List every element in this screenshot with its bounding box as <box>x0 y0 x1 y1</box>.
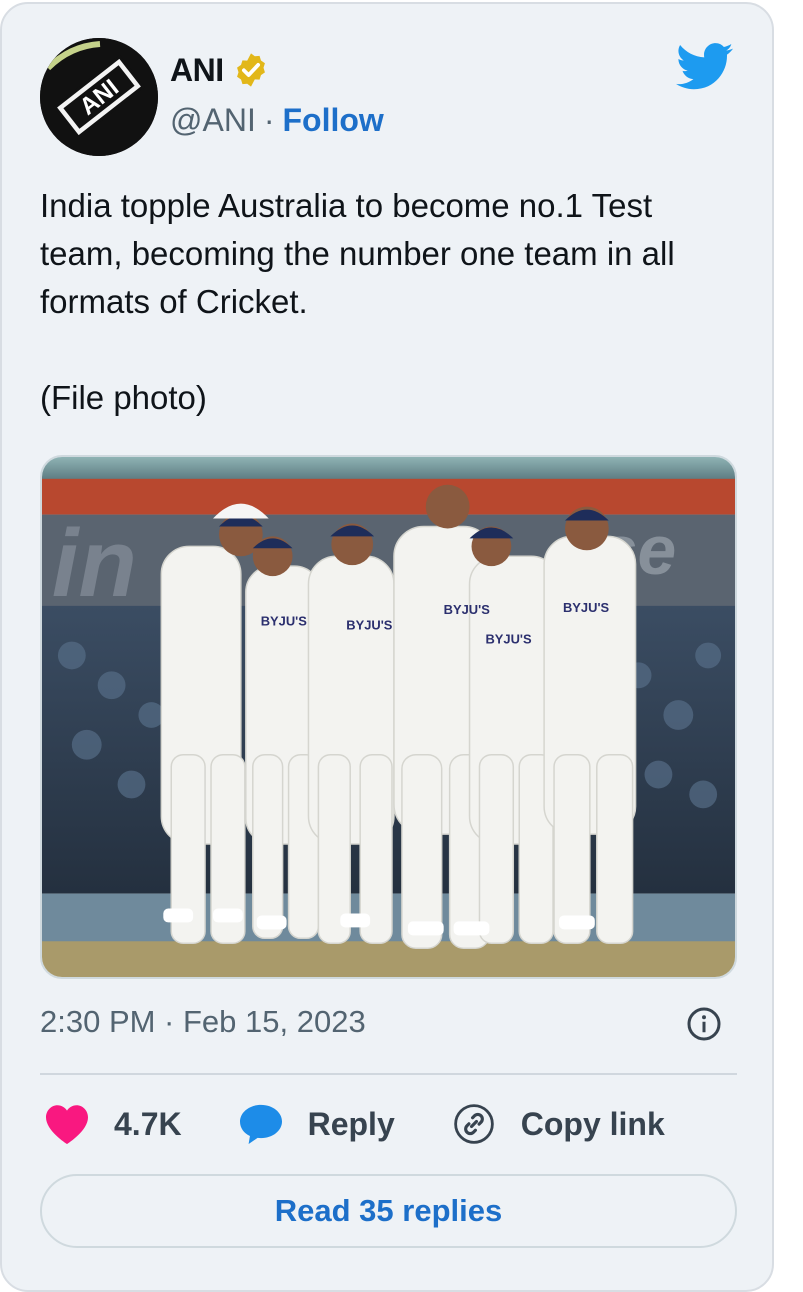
tweet-card: ANI ANI @ANI · Follow India topple Austr… <box>0 2 774 1292</box>
like-count: 4.7K <box>114 1105 182 1142</box>
link-icon <box>453 1104 494 1144</box>
read-replies-label: Read 35 replies <box>274 1193 503 1228</box>
tweet-photo[interactable]: in se BYJU'S BYJU'S BYJU'S BYJU'S BYJU'S <box>40 455 737 979</box>
ani-logo: ANI <box>40 38 158 156</box>
author-avatar[interactable]: ANI <box>40 38 158 156</box>
info-icon[interactable] <box>686 1006 722 1042</box>
author-handle[interactable]: @ANI <box>170 102 256 139</box>
svg-text:BYJU'S: BYJU'S <box>261 614 308 629</box>
reply-label: Reply <box>307 1105 395 1142</box>
follow-button[interactable]: Follow <box>282 102 383 139</box>
reply-button[interactable]: Reply <box>238 1103 395 1145</box>
read-replies-button[interactable]: Read 35 replies <box>40 1174 737 1248</box>
like-button[interactable]: 4.7K <box>44 1103 182 1145</box>
svg-text:BYJU'S: BYJU'S <box>563 600 610 615</box>
svg-text:BYJU'S: BYJU'S <box>346 618 393 633</box>
author-name[interactable]: ANI <box>170 52 224 89</box>
reply-bubble-icon <box>239 1104 282 1145</box>
tweet-text: India topple Australia to become no.1 Te… <box>40 187 675 416</box>
verified-badge-icon <box>236 53 265 87</box>
tweet-timestamp[interactable]: 2:30 PM · Feb 15, 2023 <box>40 1004 366 1040</box>
svg-text:BYJU'S: BYJU'S <box>444 602 491 617</box>
cricket-team-photo: in se BYJU'S BYJU'S BYJU'S BYJU'S BYJU'S <box>42 457 735 977</box>
handle-separator: · <box>263 101 275 138</box>
twitter-bird-icon[interactable] <box>676 42 734 92</box>
svg-text:BYJU'S: BYJU'S <box>485 632 532 647</box>
heart-icon <box>46 1105 88 1145</box>
divider <box>40 1073 737 1075</box>
copy-link-button[interactable]: Copy link <box>451 1103 665 1145</box>
svg-text:in: in <box>52 511 137 617</box>
copy-link-label: Copy link <box>520 1105 665 1142</box>
tweet-actions: 4.7K Reply Copy link <box>40 1096 737 1152</box>
